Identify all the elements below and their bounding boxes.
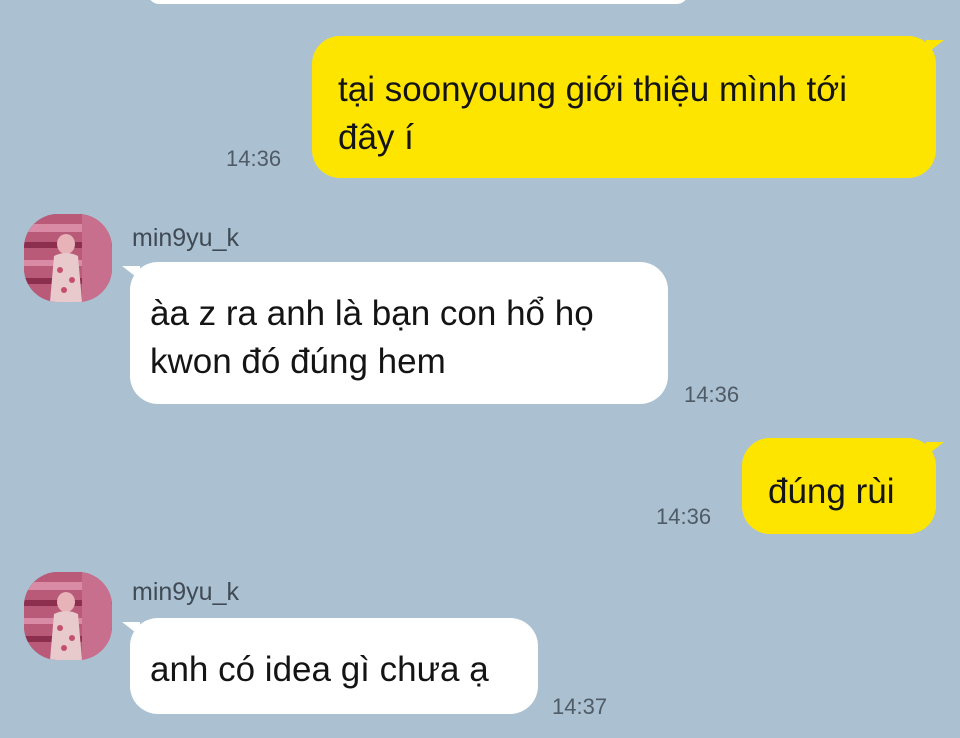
- bubble-tail: [926, 442, 944, 456]
- message-time: 14:37: [552, 694, 608, 719]
- message-time: 14:36: [226, 146, 282, 171]
- previous-message-bubble: [148, 0, 688, 4]
- message-text: đúng rùi: [768, 472, 895, 511]
- profile-photo-icon: [24, 214, 112, 302]
- message-text: tại soonyoung giới thiệu mình tới: [338, 70, 847, 109]
- sender-avatar[interactable]: [24, 572, 112, 660]
- message-time: 14:36: [656, 504, 712, 529]
- message-text: àa z ra anh là bạn con hổ họ: [150, 294, 594, 333]
- bubble-tail: [122, 622, 140, 636]
- message-text: anh có idea gì chưa ạ: [150, 650, 489, 689]
- message-text: đây í: [338, 118, 414, 157]
- sender-avatar[interactable]: [24, 214, 112, 302]
- incoming-message-bubble[interactable]: àa z ra anh là bạn con hổ họ kwon đó đún…: [130, 262, 668, 404]
- outgoing-message-bubble[interactable]: tại soonyoung giới thiệu mình tới đây í: [312, 36, 936, 178]
- message-text: kwon đó đúng hem: [150, 342, 446, 381]
- outgoing-message-bubble[interactable]: đúng rùi: [742, 438, 936, 534]
- bubble-tail: [122, 266, 140, 280]
- sender-name: min9yu_k: [132, 224, 239, 252]
- message-time: 14:36: [684, 382, 740, 407]
- bubble-tail: [926, 40, 944, 54]
- profile-photo-icon: [24, 572, 112, 660]
- incoming-message-bubble[interactable]: anh có idea gì chưa ạ: [130, 618, 538, 714]
- sender-name: min9yu_k: [132, 578, 239, 606]
